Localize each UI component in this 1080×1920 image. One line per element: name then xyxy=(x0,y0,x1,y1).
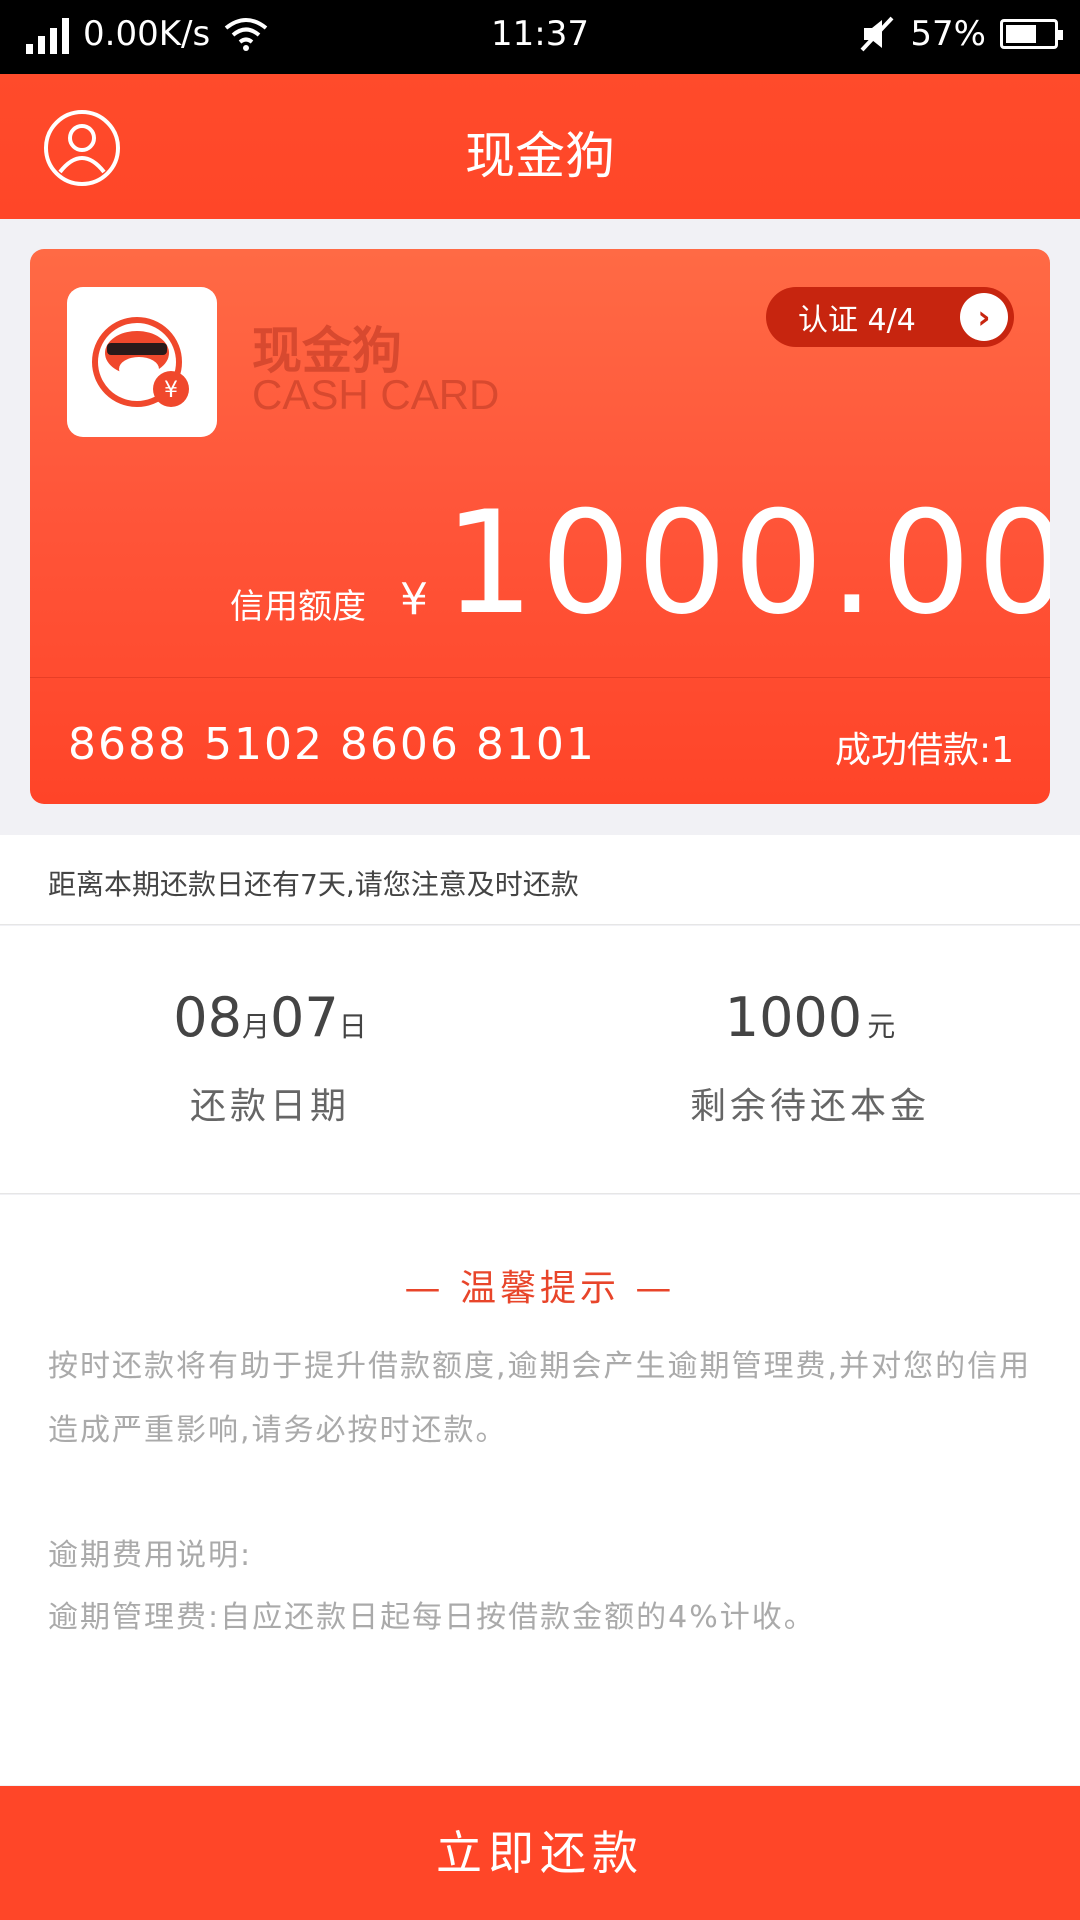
tips-body: 按时还款将有助于提升借款额度,逾期会产生逾期管理费,并对您的信用造成严重影响,请… xyxy=(48,1349,1032,1448)
remaining-principal-label: 剩余待还本金 xyxy=(689,1086,930,1127)
repay-date-label: 还款日期 xyxy=(189,1086,350,1127)
repay-date-stat: 08月07日 还款日期 xyxy=(0,986,540,1129)
remaining-amount: 1000 xyxy=(724,986,863,1049)
credit-card: ¥ 现金狗 CASH CARD 认证 4/4 › 信用额度 ¥ 1000.00 … xyxy=(30,249,1050,804)
notice-text: 距离本期还款日还有7天,请您注意及时还款 xyxy=(48,868,579,901)
status-bar: 0.00K/s 11:37 57% xyxy=(0,0,1080,74)
tips-title: — 温馨提示 — xyxy=(404,1268,676,1309)
month-unit: 月 xyxy=(241,1010,270,1043)
battery-icon xyxy=(1000,19,1063,49)
app-logo: ¥ xyxy=(67,287,217,437)
remaining-principal-stat: 1000 元 剩余待还本金 xyxy=(540,986,1080,1129)
svg-text:¥: ¥ xyxy=(164,378,178,403)
tips-section: — 温馨提示 — 按时还款将有助于提升借款额度,逾期会产生逾期管理费,并对您的信… xyxy=(0,1195,1080,1785)
successful-loans: 成功借款:1 xyxy=(834,730,1014,771)
repay-month: 08 xyxy=(173,986,242,1049)
page-title: 现金狗 xyxy=(465,127,615,185)
late-fee-heading: 逾期费用说明: xyxy=(48,1538,253,1573)
verification-label: 认证 4/4 xyxy=(798,303,916,338)
dog-logo-icon: ¥ xyxy=(92,317,189,407)
card-divider xyxy=(30,677,1050,678)
repayment-notice: 距离本期还款日还有7天,请您注意及时还款 xyxy=(0,835,1080,925)
late-fee-text: 逾期管理费:自应还款日起每日按借款金额的4%计收。 xyxy=(48,1600,816,1635)
amount-unit: 元 xyxy=(867,1010,896,1043)
repay-day: 07 xyxy=(270,986,339,1049)
repay-now-button[interactable]: 立即还款 xyxy=(0,1786,1080,1920)
currency-symbol: ¥ xyxy=(400,574,428,625)
mute-icon xyxy=(860,16,894,52)
credit-limit-label: 信用额度 xyxy=(230,587,366,627)
repayment-stats: 08月07日 还款日期 1000 元 剩余待还本金 xyxy=(0,926,1080,1194)
card-number: 8688 5102 8606 8101 xyxy=(68,719,596,770)
verification-button[interactable]: 认证 4/4 › xyxy=(766,287,1014,347)
credit-limit-amount: 1000.00 xyxy=(444,481,1050,646)
brand-subtitle: CASH CARD xyxy=(252,371,500,418)
battery-fill xyxy=(1006,25,1036,43)
late-fee-info: 逾期费用说明: 逾期管理费:自应还款日起每日按借款金额的4%计收。 xyxy=(48,1525,1038,1649)
battery-percent: 57% xyxy=(910,14,986,54)
chevron-right-icon: › xyxy=(960,293,1008,341)
app-header: 现金狗 xyxy=(0,74,1080,219)
day-unit: 日 xyxy=(338,1010,367,1043)
